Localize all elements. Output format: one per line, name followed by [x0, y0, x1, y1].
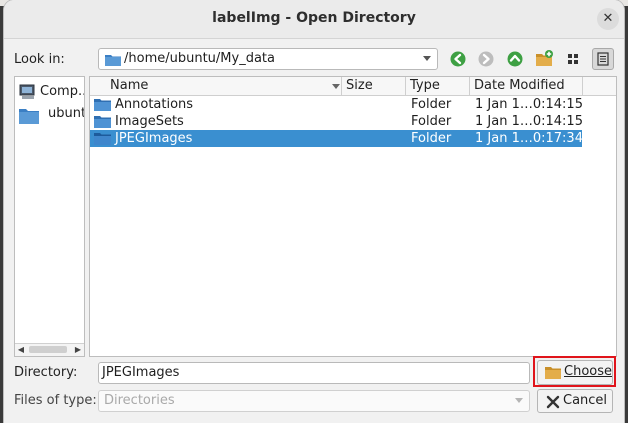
annotation-highlight-box — [533, 356, 616, 387]
sort-descending-icon — [332, 84, 340, 89]
icon-view-icon — [568, 54, 578, 64]
scroll-left-icon[interactable]: ◀ — [16, 345, 26, 355]
chevron-down-icon — [423, 56, 431, 61]
file-date-modified: 1 Jan 1…0:14:15 — [475, 97, 583, 112]
directory-label: Directory: — [14, 365, 78, 380]
column-header-type[interactable]: Type — [407, 77, 470, 95]
up-directory-icon — [507, 51, 523, 67]
look-in-combobox[interactable]: /home/ubuntu/My_data — [98, 48, 438, 70]
cancel-label: Cancel — [563, 393, 608, 408]
file-name: Annotations — [115, 97, 194, 112]
folder-icon — [94, 133, 111, 145]
computer-icon — [19, 84, 35, 99]
file-date-modified: 1 Jan 1…0:17:34 — [475, 131, 583, 146]
file-list-header: Name Size Type Date Modified — [90, 77, 616, 96]
dialog-title: labelImg - Open Directory — [212, 10, 416, 26]
places-sidebar: Comp... ubunt ◀ ▶ — [14, 76, 85, 357]
scrollbar-thumb[interactable] — [29, 346, 67, 353]
forward-icon — [478, 51, 494, 67]
icon-view-button[interactable] — [562, 48, 584, 70]
folder-icon — [94, 99, 111, 111]
column-header-date-modified[interactable]: Date Modified — [471, 77, 583, 95]
column-header-size[interactable]: Size — [343, 77, 406, 95]
open-directory-dialog: labelImg - Open Directory ✕ Look in: /ho… — [4, 0, 624, 423]
close-icon: ✕ — [602, 11, 614, 26]
table-row[interactable]: Annotations Folder 1 Jan 1…0:14:15 — [90, 96, 583, 113]
table-row[interactable]: ImageSets Folder 1 Jan 1…0:14:15 — [90, 113, 583, 130]
title-bar: labelImg - Open Directory ✕ — [4, 0, 624, 39]
sidebar-item-label: ubunt — [48, 106, 84, 121]
sidebar-item-ubuntu[interactable]: ubunt — [18, 105, 84, 125]
sidebar-item-computer[interactable]: Comp... — [18, 82, 84, 102]
file-name: ImageSets — [115, 114, 184, 129]
back-button[interactable] — [447, 48, 469, 70]
sidebar-horizontal-scrollbar[interactable]: ◀ ▶ — [15, 343, 84, 356]
up-directory-button[interactable] — [504, 48, 526, 70]
folder-icon — [94, 116, 111, 128]
chevron-down-icon — [515, 398, 523, 403]
file-type: Folder — [411, 97, 452, 112]
scroll-right-icon[interactable]: ▶ — [73, 345, 83, 355]
forward-button[interactable] — [475, 48, 497, 70]
detail-view-button[interactable] — [592, 48, 614, 70]
close-button[interactable]: ✕ — [597, 8, 619, 30]
files-of-type-label: Files of type: — [14, 393, 97, 408]
file-type: Folder — [411, 114, 452, 129]
look-in-label: Look in: — [14, 52, 65, 67]
files-of-type-combobox: Directories — [98, 390, 530, 412]
table-row-selected[interactable]: JPEGImages Folder 1 Jan 1…0:17:34 — [90, 130, 583, 147]
sidebar-item-label: Comp... — [40, 84, 84, 99]
cancel-icon — [546, 395, 560, 409]
detail-view-icon — [597, 52, 609, 66]
new-folder-icon — [536, 50, 553, 66]
file-list: Name Size Type Date Modified Annotations… — [89, 76, 617, 357]
files-of-type-value: Directories — [104, 393, 175, 408]
folder-icon — [105, 55, 121, 66]
new-folder-button[interactable] — [533, 48, 555, 70]
directory-input[interactable]: JPEGImages — [98, 362, 530, 384]
column-header-name[interactable]: Name — [90, 77, 342, 95]
file-name: JPEGImages — [115, 131, 193, 146]
folder-icon — [19, 109, 39, 124]
back-icon — [450, 51, 466, 67]
look-in-path: /home/ubuntu/My_data — [124, 51, 275, 66]
file-date-modified: 1 Jan 1…0:14:15 — [475, 114, 583, 129]
file-type: Folder — [411, 131, 452, 146]
cancel-button[interactable]: Cancel — [537, 389, 613, 413]
